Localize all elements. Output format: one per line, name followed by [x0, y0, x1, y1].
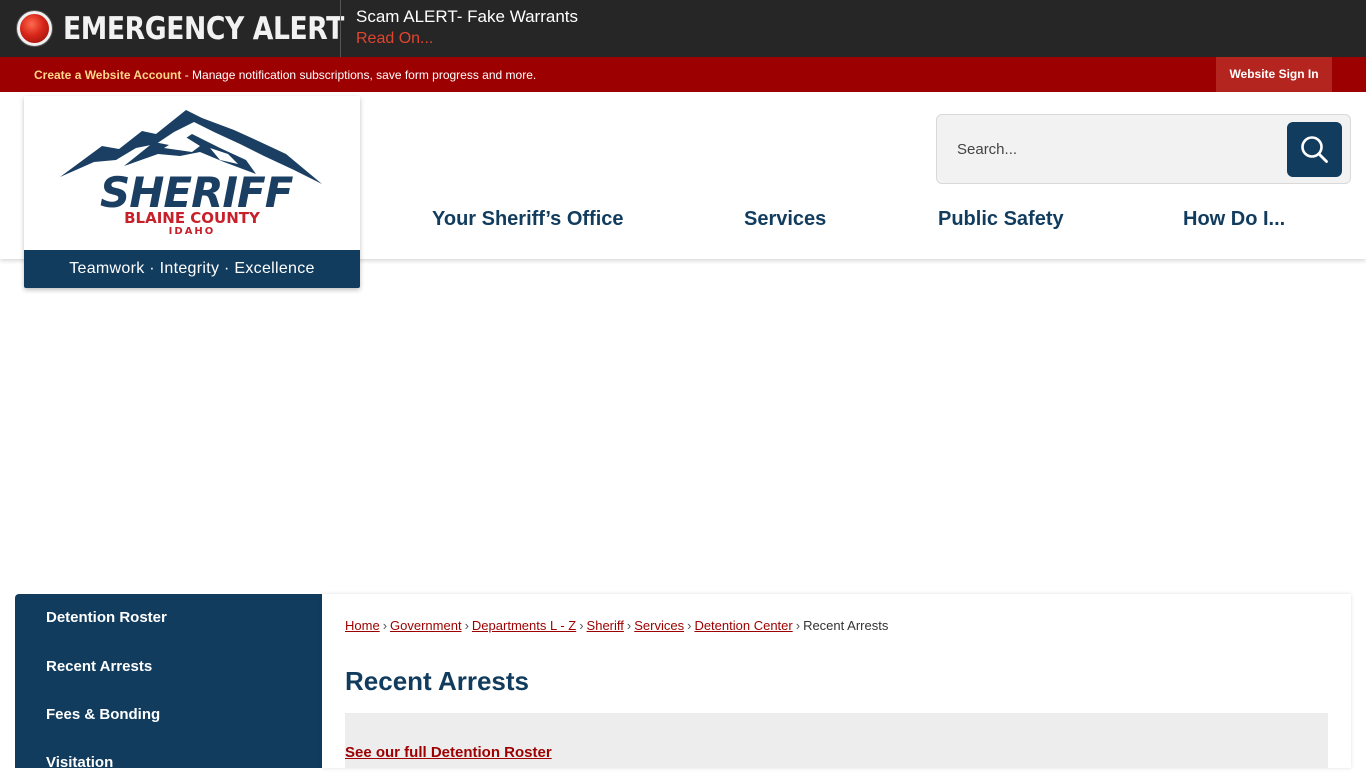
account-notice-text: - Manage notification subscriptions, sav…	[181, 68, 537, 82]
sidebar-item-fees-bonding[interactable]: Fees & Bonding	[46, 705, 160, 725]
breadcrumb-services[interactable]: Services	[634, 618, 684, 633]
logo-tagline: Teamwork · Integrity · Excellence	[24, 250, 360, 288]
breadcrumb-departments[interactable]: Departments L - Z	[472, 618, 576, 633]
emergency-alert-bar: EMERGENCY ALERT Scam ALERT- Fake Warrant…	[0, 0, 1366, 57]
search-button[interactable]	[1287, 122, 1342, 177]
breadcrumb-separator: ›	[382, 618, 388, 633]
content-panel: See our full Detention Roster	[345, 713, 1328, 768]
breadcrumb: Home › Government › Departments L - Z › Sherif…	[345, 618, 888, 634]
breadcrumb-separator: ›	[579, 618, 584, 633]
create-account-link[interactable]: Create a Website Account	[34, 68, 181, 82]
website-sign-in-button[interactable]: Website Sign In	[1216, 57, 1332, 92]
breadcrumb-detention-center[interactable]: Detention Center	[694, 618, 792, 633]
page-title: Recent Arrests	[345, 666, 530, 696]
breadcrumb-sheriff[interactable]: Sheriff	[587, 618, 624, 633]
breadcrumb-separator: ›	[464, 618, 469, 633]
sheriff-logo[interactable]: SHERIFF BLAINE COUNTY IDAHO Teamwork · I…	[24, 96, 360, 288]
alert-message[interactable]: Scam ALERT- Fake Warrants	[356, 7, 578, 27]
sidebar-item-recent-arrests[interactable]: Recent Arrests	[46, 657, 152, 677]
logo-state-text: IDAHO	[168, 226, 216, 237]
main-content: Home › Government › Departments L - Z › Sherif…	[322, 594, 1351, 768]
nav-how-do-i[interactable]: How Do I...	[1183, 205, 1285, 233]
nav-your-sheriffs-office[interactable]: Your Sheriff’s Office	[432, 205, 624, 233]
nav-services[interactable]: Services	[744, 205, 826, 233]
sidebar-item-detention-roster[interactable]: Detention Roster	[46, 608, 167, 628]
alert-read-on-link[interactable]: Read On...	[356, 29, 433, 49]
breadcrumb-separator: ›	[795, 618, 801, 633]
account-bar: Create a Website Account - Manage notifi…	[0, 57, 1366, 92]
nav-public-safety[interactable]: Public Safety	[938, 205, 1064, 233]
alert-title: EMERGENCY ALERT	[63, 11, 344, 47]
search-input[interactable]	[957, 133, 1277, 165]
sidebar-item-visitation[interactable]: Visitation	[46, 753, 113, 773]
full-detention-roster-link[interactable]: See our full Detention Roster	[345, 744, 552, 762]
breadcrumb-government[interactable]: Government	[390, 618, 462, 633]
breadcrumb-current: Recent Arrests	[803, 618, 889, 633]
alert-divider	[340, 0, 341, 57]
account-notice: Create a Website Account - Manage notifi…	[34, 67, 536, 83]
breadcrumb-home[interactable]: Home	[345, 618, 380, 633]
logo-county-text: BLAINE COUNTY	[124, 209, 260, 227]
breadcrumb-separator: ›	[626, 618, 632, 633]
breadcrumb-separator: ›	[687, 618, 692, 633]
sidebar: Detention Roster Recent Arrests Fees & B…	[15, 594, 322, 771]
search-box	[936, 114, 1351, 184]
search-icon	[1301, 136, 1328, 163]
alert-indicator-icon	[17, 11, 52, 46]
